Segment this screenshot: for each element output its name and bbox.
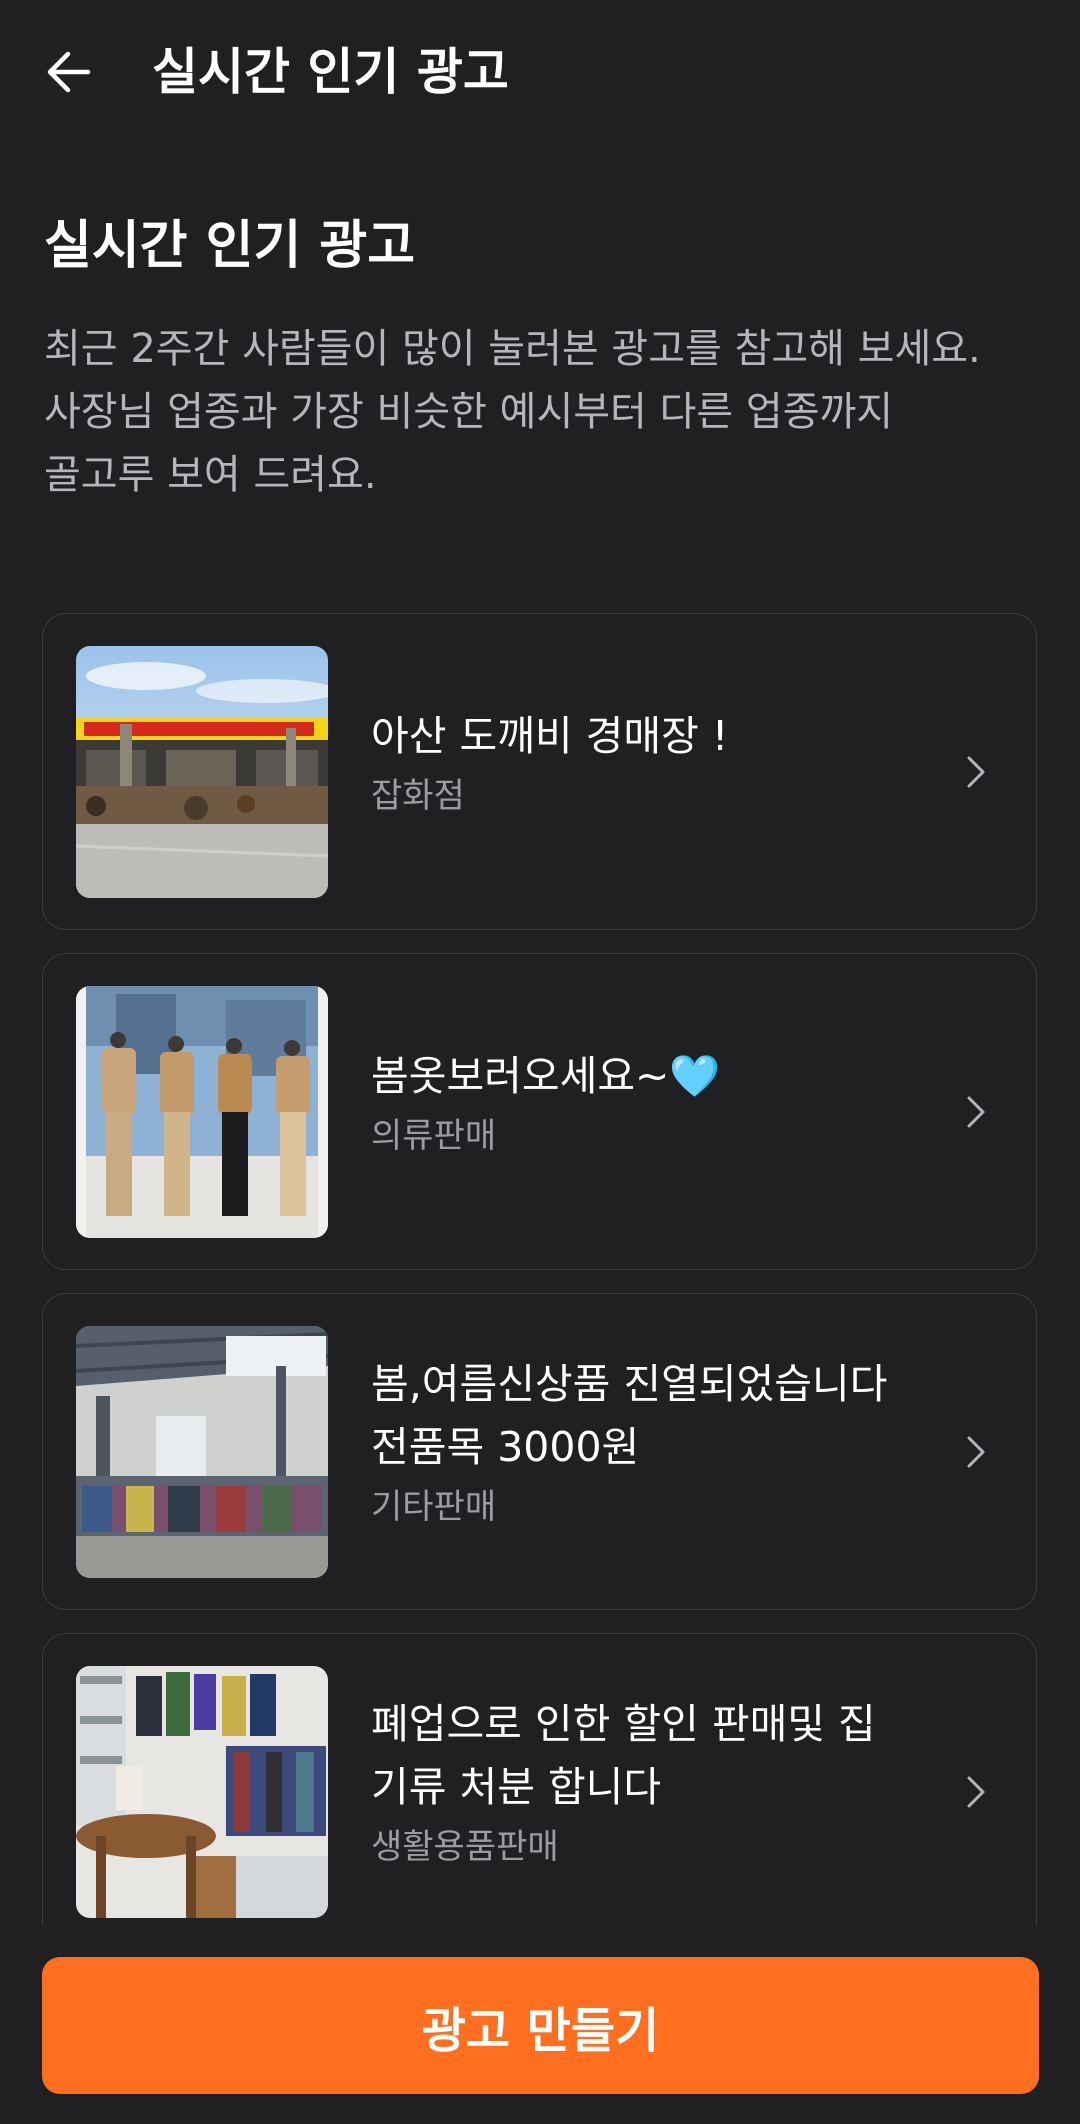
arrow-left-icon [47,51,91,93]
ad-thumbnail [76,986,328,1238]
ad-title: 폐업으로 인한 할인 판매및 집 기류 처분 합니다 [371,1693,931,1819]
storefront-photo [76,646,328,898]
ad-card[interactable]: 폐업으로 인한 할인 판매및 집 기류 처분 합니다 생활용품판매 [42,1633,1037,1925]
ad-thumbnail [76,1326,328,1578]
ad-category: 생활용품판매 [371,1827,559,1867]
warehouse-clothes-photo [76,1326,328,1578]
ad-text: 아산 도깨비 경매장 ! 잡화점 [371,705,931,824]
bottom-cta-bar: 광고 만들기 [0,1935,1080,2124]
ad-title-line: 봄,여름신상품 진열되었습니다 [371,1360,888,1408]
description-line: 최근 2주간 사람들이 많이 눌러본 광고를 참고해 보세요. [44,326,981,372]
ad-card[interactable]: 봄옷보러오세요~🩵 의류판매 [42,953,1037,1270]
ad-category: 잡화점 [371,776,465,816]
page-title: 실시간 인기 광고 [44,216,416,276]
description-line: 골고루 보여 드려요. [44,452,377,498]
ad-title: 봄,여름신상품 진열되었습니다 전품목 3000원 [371,1353,931,1479]
ad-title-line: 봄옷보러오세요~🩵 [371,1052,721,1100]
ad-text: 봄옷보러오세요~🩵 의류판매 [371,1045,931,1164]
description-line: 사장님 업종과 가장 비슷한 예시부터 다른 업종까지 [44,389,894,435]
chevron-right-icon [956,1086,996,1138]
popular-ads-screen: 실시간 인기 광고 실시간 인기 광고 최근 2주간 사람들이 많이 눌러본 광… [0,0,1080,2124]
create-ad-button[interactable]: 광고 만들기 [42,1957,1039,2094]
ad-list[interactable]: 아산 도깨비 경매장 ! 잡화점 봄옷보러오세요~🩵 의류판매 봄,여름신상품 … [42,613,1039,1925]
ad-text: 폐업으로 인한 할인 판매및 집 기류 처분 합니다 생활용품판매 [371,1693,931,1875]
ad-card[interactable]: 봄,여름신상품 진열되었습니다 전품목 3000원 기타판매 [42,1293,1037,1610]
ad-title: 아산 도깨비 경매장 ! [371,705,931,768]
shop-interior-photo [76,1666,328,1918]
ad-card[interactable]: 아산 도깨비 경매장 ! 잡화점 [42,613,1037,930]
ad-thumbnail [76,646,328,898]
ad-title-line: 전품목 3000원 [371,1423,640,1471]
chevron-right-icon [956,1426,996,1478]
chevron-right-icon [956,1766,996,1818]
ad-title-line: 아산 도깨비 경매장 ! [371,712,729,760]
app-bar: 실시간 인기 광고 [0,0,1080,145]
mannequins-photo [76,986,328,1238]
page-description: 최근 2주간 사람들이 많이 눌러본 광고를 참고해 보세요. 사장님 업종과 … [44,318,1054,507]
ad-title-line: 폐업으로 인한 할인 판매및 집 [371,1700,876,1748]
ad-text: 봄,여름신상품 진열되었습니다 전품목 3000원 기타판매 [371,1353,931,1535]
ad-category: 기타판매 [371,1487,497,1527]
ad-category: 의류판매 [371,1116,497,1156]
ad-title: 봄옷보러오세요~🩵 [371,1045,931,1108]
back-button[interactable] [28,32,108,112]
app-bar-title: 실시간 인기 광고 [152,43,509,101]
ad-thumbnail [76,1666,328,1918]
ad-title-line: 기류 처분 합니다 [371,1763,662,1811]
chevron-right-icon [956,746,996,798]
